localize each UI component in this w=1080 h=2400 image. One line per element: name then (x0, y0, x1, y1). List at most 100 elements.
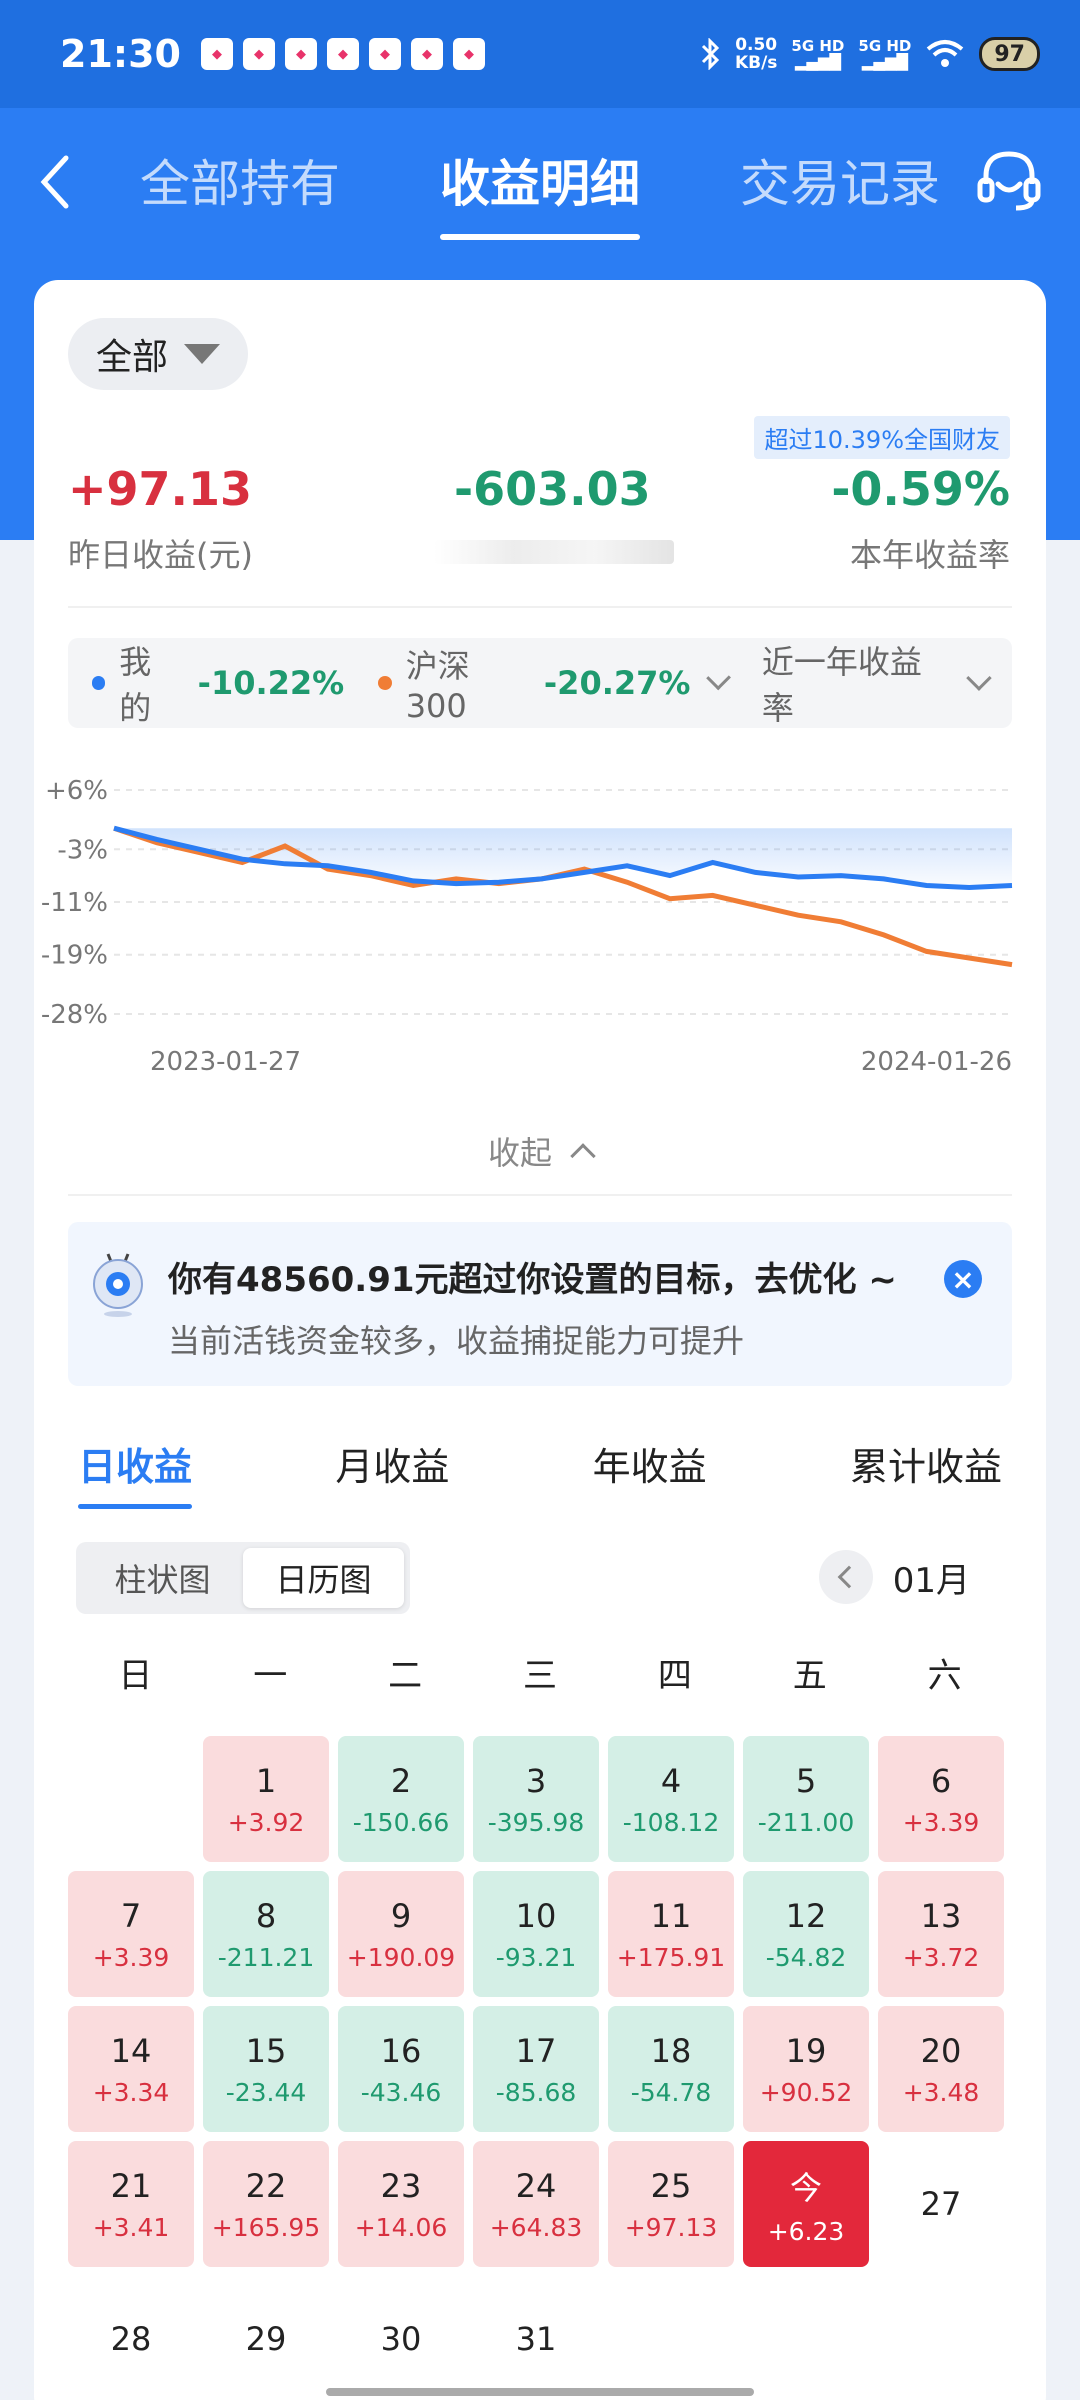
calendar-day[interactable]: 22 +165.95 (203, 2141, 329, 2267)
calendar-day-income: -150.66 (352, 1807, 450, 1837)
tab-cumulative-income[interactable]: 累计收益 (850, 1436, 1002, 1509)
calendar-day-number: 6 (930, 1761, 952, 1800)
calendar-day[interactable]: 9 +190.09 (338, 1871, 464, 1997)
total-income-value: -603.03 (454, 462, 651, 516)
calendar-day-income: -23.44 (225, 2077, 307, 2107)
compare-benchmark[interactable]: 沪深300 -20.27% (378, 641, 732, 725)
calendar-day[interactable]: 19 +90.52 (743, 2006, 869, 2132)
calendar-day-income: +190.09 (346, 1942, 456, 1972)
app-notification-icon: ◆ (368, 38, 401, 70)
status-bar: 21:30 ◆ ◆ ◆ ◆ ◆ ◆ ◆ 0.50 KB/s 5G HD ▂▄▆█… (0, 0, 1080, 108)
back-arrow-icon[interactable] (36, 152, 76, 212)
calendar-day[interactable]: 5 -211.00 (743, 1736, 869, 1862)
calendar-day-income: +6.23 (767, 2216, 845, 2246)
tab-monthly-income[interactable]: 月收益 (335, 1436, 449, 1509)
calendar-day[interactable]: 8 -211.21 (203, 1871, 329, 1997)
calendar-day-number: 3 (525, 1761, 547, 1800)
compare-mine: 我的 -10.22% (92, 637, 344, 729)
income-card: 全部 超过10.39%全国财友 +97.13 昨日收益(元) -603.03 -… (34, 280, 1046, 2400)
optimization-tip[interactable]: 你有48560.91元超过你设置的目标，去优化 ~ 当前活钱资金较多，收益捕捉能… (68, 1222, 1012, 1386)
income-calendar: 1 +3.92 2 -150.66 3 -395.98 4 -108.12 5 -211.00 6 +… (68, 1736, 1012, 2400)
period-label: 近一年收益率 (761, 643, 922, 727)
weekday-label: 一 (253, 1656, 288, 1696)
calendar-day[interactable]: 29 (203, 2276, 329, 2400)
calendar-day-number: 21 (110, 2166, 152, 2205)
y-tick-label: -11% (41, 888, 108, 918)
customer-service-icon[interactable] (974, 146, 1044, 216)
calendar-day[interactable]: 24 +64.83 (473, 2141, 599, 2267)
calendar-day[interactable]: 27 (878, 2141, 1004, 2267)
calendar-day[interactable]: 21 +3.41 (68, 2141, 194, 2267)
yesterday-income-label: 昨日收益(元) (68, 536, 253, 574)
account-filter-dropdown[interactable]: 全部 (68, 318, 249, 390)
bluetooth-icon (701, 38, 720, 70)
calendar-day[interactable]: 15 -23.44 (203, 2006, 329, 2132)
status-app-icons: ◆ ◆ ◆ ◆ ◆ ◆ ◆ (200, 38, 485, 70)
signal-bars-icon: ▂▄▆█ (794, 53, 841, 71)
period-selector[interactable]: 近一年收益率 (761, 637, 992, 729)
return-chart: +6% -3% -11% -19% -28% 2023-01-27 2024-01-26 (41, 776, 1013, 1077)
calendar-day[interactable]: 30 (338, 2276, 464, 2400)
calendar-day[interactable]: 20 +3.48 (878, 2006, 1004, 2132)
tab-transactions[interactable]: 交易记录 (740, 144, 940, 240)
calendar-day[interactable]: 25 +97.13 (608, 2141, 734, 2267)
calendar-day-number: 19 (785, 2031, 827, 2070)
calendar-day-income: -54.78 (630, 2077, 712, 2107)
calendar-day[interactable]: 31 (473, 2276, 599, 2400)
calendar-day[interactable]: 11 +175.91 (608, 1871, 734, 1997)
previous-month-button[interactable] (818, 1550, 873, 1604)
calendar-day-income: +14.06 (354, 2212, 448, 2242)
calendar-day-number: 10 (515, 1896, 557, 1935)
calendar-day[interactable]: 12 -54.82 (743, 1871, 869, 1997)
calendar-day[interactable]: 4 -108.12 (608, 1736, 734, 1862)
calendar-view-button[interactable]: 日历图 (243, 1548, 404, 1608)
tab-daily-income[interactable]: 日收益 (78, 1436, 193, 1509)
calendar-day[interactable]: 1 +3.92 (203, 1736, 329, 1862)
y-tick-label: +6% (45, 776, 108, 806)
calendar-day-income: -43.46 (360, 2077, 442, 2107)
bar-chart-view-button[interactable]: 柱状图 (82, 1548, 243, 1608)
calendar-day-income: +3.48 (902, 2077, 980, 2107)
weekday-label: 日 (118, 1656, 153, 1696)
calendar-day-income: -211.00 (757, 1807, 855, 1837)
signal-indicator-2: 5G HD ▂▄▆█ (858, 38, 911, 70)
calendar-day[interactable]: 28 (68, 2276, 194, 2400)
ytd-rate-label: 本年收益率 (849, 536, 1010, 574)
calendar-day[interactable]: 13 +3.72 (878, 1871, 1004, 1997)
calendar-day-number: 今 (789, 2168, 822, 2207)
legend-dot-mine (92, 676, 106, 690)
calendar-day-income: +97.13 (624, 2212, 718, 2242)
tab-income-details[interactable]: 收益明细 (440, 144, 640, 240)
calendar-day[interactable]: 7 +3.39 (68, 1871, 194, 1997)
calendar-day-income: +3.72 (902, 1942, 980, 1972)
close-icon[interactable]: × (944, 1260, 982, 1298)
calendar-day-number: 14 (110, 2031, 152, 2070)
compare-mine-value: -10.22% (197, 664, 345, 702)
calendar-day[interactable]: 16 -43.46 (338, 2006, 464, 2132)
calendar-day[interactable]: 3 -395.98 (473, 1736, 599, 1862)
calendar-day-income: -395.98 (487, 1807, 585, 1837)
calendar-day-income: +3.41 (92, 2212, 170, 2242)
calendar-day[interactable]: 2 -150.66 (338, 1736, 464, 1862)
calendar-day-number: 22 (245, 2166, 287, 2205)
calendar-day (68, 1736, 194, 1862)
calendar-day[interactable]: 17 -85.68 (473, 2006, 599, 2132)
weekday-label: 五 (792, 1656, 827, 1696)
weekday-label: 三 (522, 1656, 557, 1696)
calendar-day[interactable]: 6 +3.39 (878, 1736, 1004, 1862)
calendar-day[interactable]: 10 -93.21 (473, 1871, 599, 1997)
calendar-day[interactable]: 14 +3.34 (68, 2006, 194, 2132)
calendar-day[interactable]: 18 -54.78 (608, 2006, 734, 2132)
signal-label: 5G HD (858, 37, 912, 55)
calendar-day-today[interactable]: 今 +6.23 (743, 2141, 869, 2267)
battery-indicator: 97 (979, 37, 1040, 71)
calendar-day[interactable]: 23 +14.06 (338, 2141, 464, 2267)
tab-yearly-income[interactable]: 年收益 (593, 1436, 707, 1509)
calendar-day-number: 13 (920, 1896, 962, 1935)
net-speed-unit: KB/s (734, 53, 778, 73)
collapse-toggle[interactable]: 收起 (34, 1128, 1046, 1174)
calendar-day-income: -54.82 (765, 1942, 847, 1972)
tab-all-holdings[interactable]: 全部持有 (140, 144, 340, 240)
signal-bars-icon: ▂▄▆█ (861, 53, 908, 71)
chevron-up-icon (570, 1143, 596, 1169)
